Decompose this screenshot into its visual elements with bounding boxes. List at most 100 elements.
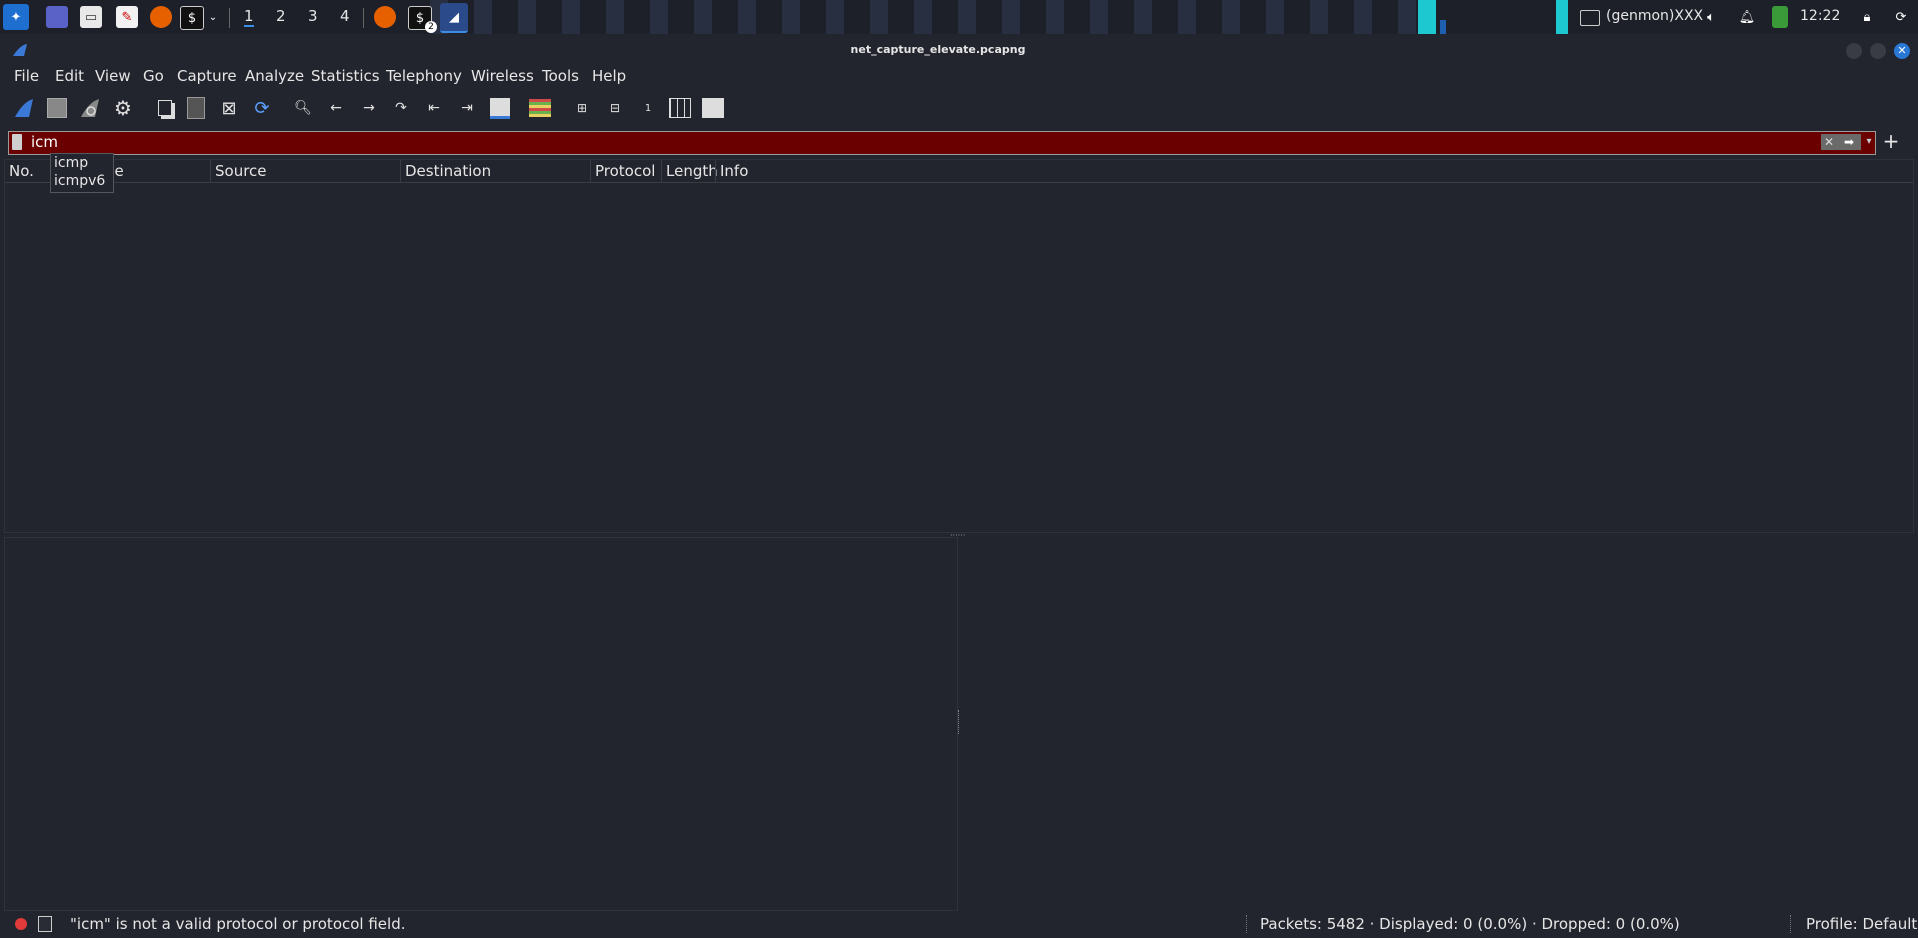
capture-comment-icon[interactable] [38, 916, 52, 932]
firefox-icon[interactable] [150, 6, 172, 28]
desktop-icon[interactable] [46, 6, 68, 28]
taskbar: ✦ ▭ ✎ $ ⌄ 1 2 3 4 $ 2 ◢ (genmon)XXX 🔈︎ 🔔… [0, 0, 1918, 34]
filter-autocomplete-popup: icmp icmpv6 [50, 153, 114, 193]
menu-view[interactable]: View [95, 67, 131, 85]
packet-list-header: No. Time Source Destination Protocol Len… [5, 160, 1913, 183]
divider [363, 8, 364, 28]
workspace-3[interactable]: 3 [308, 7, 318, 25]
display-filter-input[interactable] [27, 132, 1825, 152]
menu-wireless[interactable]: Wireless [471, 67, 534, 85]
menu-telephony[interactable]: Telephony [386, 67, 462, 85]
chevron-down-icon[interactable]: ⌄ [206, 6, 220, 28]
genmon-label: (genmon)XXX [1606, 8, 1704, 24]
column-protocol[interactable]: Protocol [595, 162, 655, 180]
add-filter-button[interactable]: + [1880, 130, 1902, 152]
stop-capture-icon[interactable] [45, 96, 69, 120]
battery-icon[interactable] [1772, 6, 1788, 28]
menu-go[interactable]: Go [143, 67, 164, 85]
close-window-button[interactable]: ✕ [1894, 43, 1910, 59]
column-length[interactable]: Length [666, 162, 718, 180]
file-manager-icon[interactable]: ▭ [80, 6, 102, 28]
menu-edit[interactable]: Edit [55, 67, 84, 85]
vertical-splitter-handle[interactable] [958, 710, 963, 734]
profile-label[interactable]: Profile: Default [1806, 915, 1917, 933]
chevron-down-icon[interactable]: ▾ [1863, 134, 1875, 150]
column-divider[interactable] [210, 160, 211, 182]
restart-capture-icon[interactable] [78, 96, 102, 120]
menu-analyze[interactable]: Analyze [245, 67, 304, 85]
cpu-graph-bar [1440, 20, 1446, 34]
open-file-icon[interactable] [153, 96, 177, 120]
save-file-icon[interactable] [184, 96, 208, 120]
zoom-in-icon[interactable]: ⊞ [570, 96, 594, 120]
menu-capture[interactable]: Capture [177, 67, 237, 85]
capture-options-icon[interactable]: ⚙ [111, 96, 135, 120]
packet-list[interactable]: No. Time Source Destination Protocol Len… [4, 159, 1914, 533]
menu-tools[interactable]: Tools [542, 67, 579, 85]
main-toolbar: ⚙ ⊠ ⟳ 🔍︎ ← → ↷ ⇤ ⇥ ⊞ ⊟ 1 [0, 92, 1918, 126]
expert-info-icon[interactable] [15, 918, 27, 930]
menu-help[interactable]: Help [592, 67, 626, 85]
divider [229, 8, 230, 28]
zoom-out-icon[interactable]: ⊟ [603, 96, 627, 120]
lock-icon[interactable]: 🔒︎ [1856, 6, 1878, 28]
column-info[interactable]: Info [720, 162, 748, 180]
terminal-icon[interactable]: $ [180, 6, 204, 30]
autoscroll-icon[interactable] [488, 96, 512, 120]
bell-icon[interactable]: 🔔︎ [1736, 6, 1758, 28]
cpu-graph [1418, 0, 1436, 34]
column-destination[interactable]: Destination [405, 162, 491, 180]
last-packet-icon[interactable]: ⇥ [455, 96, 479, 120]
window-titlebar: net_capture_elevate.pcapng ✕ [0, 34, 1918, 66]
wallpaper-pattern [430, 0, 1430, 34]
menu-file[interactable]: File [14, 67, 39, 85]
autocomplete-item-icmpv6[interactable]: icmpv6 [51, 172, 113, 190]
power-icon[interactable]: ⟳ [1890, 6, 1912, 28]
close-file-icon[interactable]: ⊠ [217, 96, 241, 120]
column-divider[interactable] [400, 160, 401, 182]
status-bar: "icm" is not a valid protocol or protoco… [0, 911, 1918, 938]
kali-menu-icon[interactable]: ✦ [3, 4, 29, 30]
text-editor-icon[interactable]: ✎ [116, 6, 138, 28]
maximize-button[interactable] [1870, 43, 1886, 59]
workspace-1[interactable]: 1 [244, 7, 254, 27]
colorize-icon[interactable] [528, 96, 552, 120]
layout-icon[interactable] [701, 96, 725, 120]
menubar: File Edit View Go Capture Analyze Statis… [0, 66, 1918, 90]
minimize-button[interactable] [1846, 43, 1862, 59]
bookmark-icon[interactable] [12, 134, 22, 150]
go-back-icon[interactable]: ← [324, 96, 348, 120]
volume-icon[interactable]: 🔈︎ [1700, 6, 1722, 28]
autocomplete-item-icmp[interactable]: icmp [51, 154, 113, 172]
monitor-icon [1580, 10, 1600, 26]
column-source[interactable]: Source [215, 162, 267, 180]
workspace-4[interactable]: 4 [340, 7, 350, 25]
column-divider[interactable] [715, 160, 716, 182]
reload-icon[interactable]: ⟳ [250, 96, 274, 120]
shark-fin-start-icon[interactable] [12, 96, 36, 120]
display-filter-bar: ✕ ➡ ▾ [8, 131, 1876, 155]
terminal-window-icon[interactable]: $ 2 [408, 6, 437, 33]
go-to-packet-icon[interactable]: ↷ [389, 96, 413, 120]
wireshark-window-icon[interactable]: ◢ [440, 3, 468, 33]
first-packet-icon[interactable]: ⇤ [422, 96, 446, 120]
firefox-window-icon[interactable] [374, 6, 396, 28]
menu-statistics[interactable]: Statistics [311, 67, 380, 85]
normal-size-icon[interactable]: 1 [636, 96, 660, 120]
net-graph [1556, 0, 1568, 34]
column-no[interactable]: No. [9, 162, 34, 180]
resize-columns-icon[interactable] [668, 96, 692, 120]
column-divider[interactable] [590, 160, 591, 182]
clear-filter-icon[interactable]: ✕ [1821, 134, 1837, 150]
terminal-count-badge: 2 [425, 21, 437, 33]
packet-details-pane[interactable] [4, 537, 958, 911]
packet-bytes-pane[interactable] [958, 537, 1912, 909]
status-divider [1790, 915, 1792, 933]
go-forward-icon[interactable]: → [357, 96, 381, 120]
find-icon[interactable]: 🔍︎ [291, 96, 315, 120]
apply-filter-icon[interactable]: ➡ [1837, 134, 1861, 150]
workspace-2[interactable]: 2 [276, 7, 286, 25]
status-divider [1246, 915, 1248, 933]
column-divider[interactable] [661, 160, 662, 182]
clock: 12:22 [1800, 8, 1841, 24]
